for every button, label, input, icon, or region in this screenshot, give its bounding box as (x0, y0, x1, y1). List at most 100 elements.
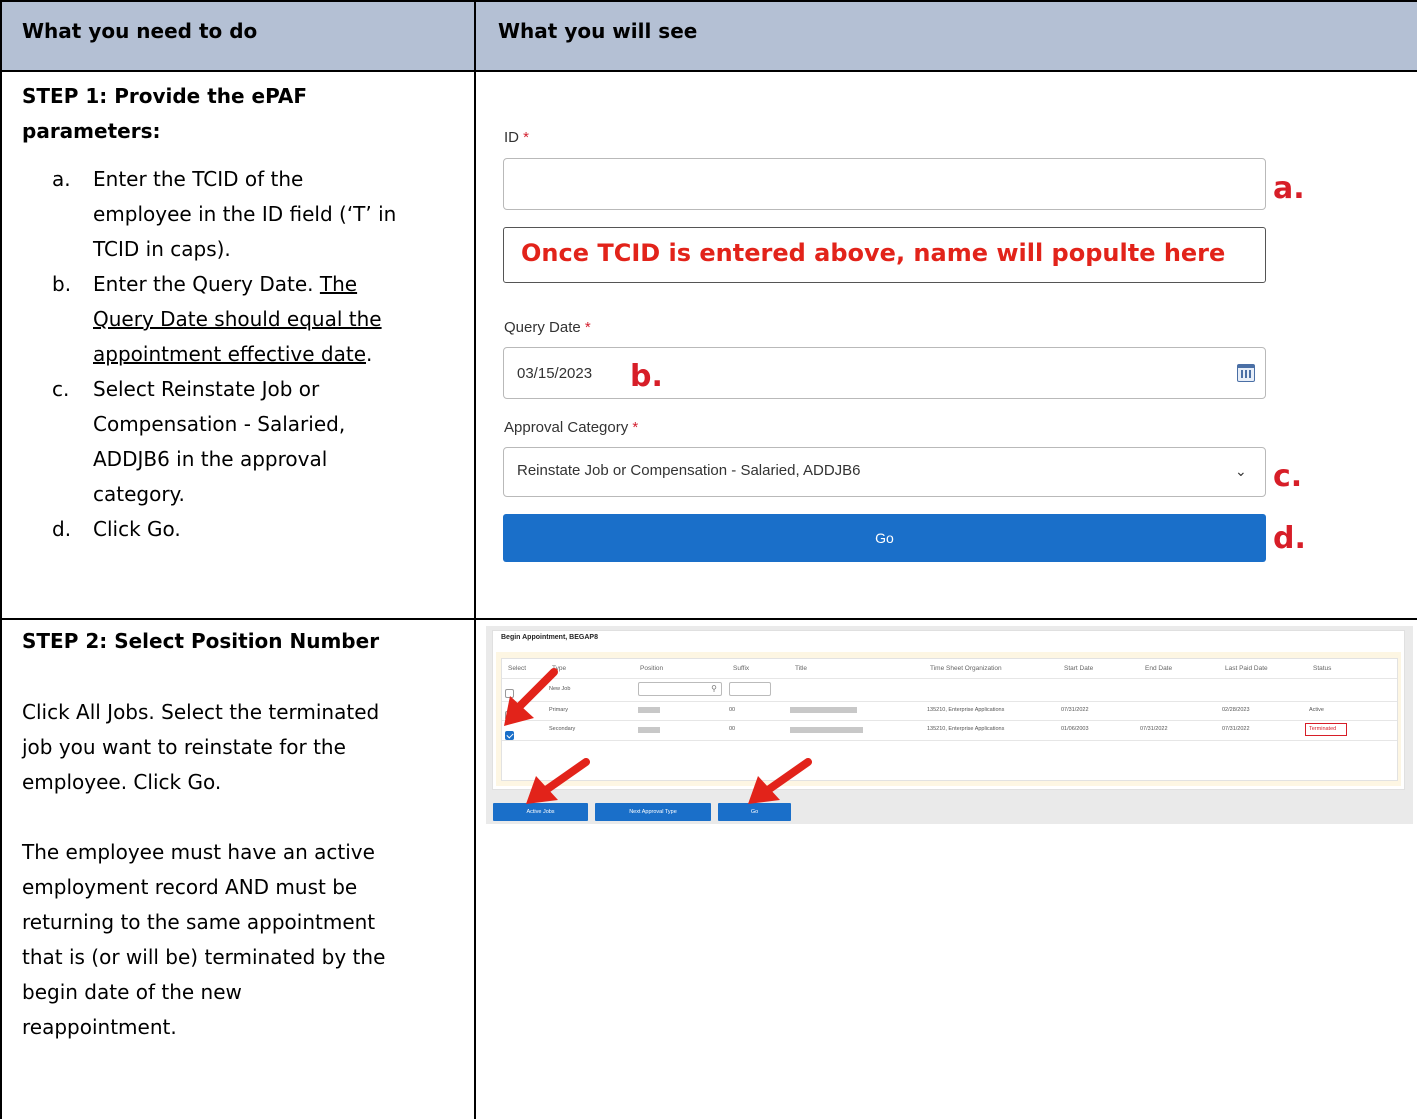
cell-end-date: 07/31/2022 (1140, 726, 1168, 732)
row-divider (0, 618, 1417, 620)
step1-title-line: parameters: (22, 119, 161, 143)
underlined-text: The (319, 272, 358, 296)
table-left-border (0, 0, 2, 1119)
column-header: Suffix (733, 665, 750, 672)
column-header: Position (640, 665, 664, 672)
arrow-pointer-icon (526, 758, 590, 804)
query-date-label: Query Date * (504, 319, 591, 336)
cell-organization: 135210, Enterprise Applications (927, 726, 1005, 732)
instruction-item: c. Select Reinstate Job or Compensation … (22, 372, 467, 512)
redacted-title (790, 707, 857, 713)
instruction-line: Select Reinstate Job or (93, 377, 320, 401)
paragraph-line: employment record AND must be (22, 875, 358, 899)
instruction-line: appointment effective date. (93, 337, 467, 372)
cell-last-paid-date: 02/28/2023 (1222, 707, 1250, 713)
instruction-line: category. (93, 482, 185, 506)
header-what-to-do: What you need to do (22, 19, 258, 43)
annotation-d: d. (1273, 521, 1306, 556)
approval-category-label-text: Approval Category (504, 419, 629, 436)
query-date-input[interactable]: 03/15/2023 (503, 347, 1266, 399)
instruction-item: b. Enter the Query Date. The Query Date … (22, 267, 467, 372)
instruction-line: TCID in caps). (93, 237, 231, 261)
column-header: Time Sheet Organization (930, 665, 1002, 672)
paragraph-line: job you want to reinstate for the (22, 735, 346, 759)
table-divider (502, 740, 1397, 741)
column-header: Last Paid Date (1225, 665, 1268, 672)
column-header: Start Date (1064, 665, 1094, 672)
instruction-line: employee in the ID field (‘T’ in (93, 202, 397, 226)
terminated-highlight-box (1305, 723, 1347, 736)
query-date-label-text: Query Date (504, 319, 581, 336)
annotation-a: a. (1273, 171, 1305, 206)
required-asterisk: * (632, 419, 639, 436)
instruction-marker: c. (52, 377, 70, 401)
query-date-value: 03/15/2023 (517, 365, 593, 382)
instruction-line: Enter the TCID of the (93, 167, 304, 191)
redacted-title (790, 727, 863, 733)
required-asterisk: * (523, 129, 530, 146)
arrow-pointer-icon (504, 668, 558, 726)
step1-instructions: a. Enter the TCID of the employee in the… (22, 162, 467, 547)
approval-category-select[interactable]: Reinstate Job or Compensation - Salaried… (503, 447, 1266, 497)
next-approval-type-button[interactable]: Next Approval Type (595, 803, 711, 821)
header-cell-right: What you will see (476, 2, 1417, 70)
suffix-input[interactable] (729, 682, 771, 696)
step2-paragraph: The employee must have an active employm… (22, 835, 462, 1045)
instruction-line: ADDJB6 in the approval (93, 447, 328, 471)
go-button[interactable]: Go (503, 514, 1266, 562)
header-what-you-see: What you will see (498, 19, 698, 43)
id-input[interactable] (503, 158, 1266, 210)
instruction-item: d. Click Go. (22, 512, 467, 547)
paragraph-line: reappointment. (22, 1015, 177, 1039)
column-header: Status (1313, 665, 1332, 672)
paragraph-line: that is (or will be) terminated by the (22, 945, 386, 969)
calendar-icon[interactable] (1237, 364, 1255, 382)
id-label-text: ID (504, 129, 519, 146)
instruction-line: Compensation - Salaried, (93, 412, 346, 436)
instruction-text: . (366, 342, 373, 366)
annotation-b: b. (630, 359, 663, 394)
instruction-marker: d. (52, 517, 72, 541)
cell-last-paid-date: 07/31/2022 (1222, 726, 1250, 732)
id-label: ID * (504, 129, 529, 146)
column-header: Title (795, 665, 808, 672)
table-divider (502, 701, 1397, 702)
underlined-text: appointment effective date (93, 342, 366, 366)
paragraph-line: begin date of the new (22, 980, 242, 1004)
name-populate-text: Once TCID is entered above, name will po… (521, 239, 1226, 267)
instruction-line: Click Go. (93, 517, 181, 541)
paragraph-line: returning to the same appointment (22, 910, 376, 934)
row-checkbox-checked[interactable] (505, 731, 514, 740)
approval-category-value: Reinstate Job or Compensation - Salaried… (517, 462, 861, 479)
redacted-position (638, 707, 660, 713)
table-divider (502, 678, 1397, 679)
cell-start-date: 07/31/2022 (1061, 707, 1089, 713)
instruction-item: a. Enter the TCID of the employee in the… (22, 162, 467, 267)
cell-start-date: 01/06/2003 (1061, 726, 1089, 732)
row-divider (0, 70, 1417, 72)
redacted-position (638, 727, 660, 733)
step1-title-line: STEP 1: Provide the ePAF (22, 84, 308, 108)
position-search-input[interactable]: ⚲ (638, 682, 722, 696)
step2-title: STEP 2: Select Position Number (22, 629, 380, 653)
approval-category-label: Approval Category * (504, 419, 638, 436)
step1-title: STEP 1: Provide the ePAF parameters: (22, 79, 462, 149)
header-cell-left: What you need to do (2, 2, 474, 70)
cell-organization: 135210, Enterprise Applications (927, 707, 1005, 713)
screenshot-title: Begin Appointment, BEGAP8 (501, 634, 598, 641)
cell-suffix: 00 (729, 726, 736, 732)
instruction-line: Enter the Query Date. The (93, 267, 467, 302)
name-populate-note: Once TCID is entered above, name will po… (503, 227, 1266, 283)
paragraph-line: Click All Jobs. Select the terminated (22, 700, 380, 724)
instruction-text: Enter the Query Date. (93, 272, 314, 296)
chevron-down-icon: ⌄ (1235, 464, 1247, 480)
arrow-pointer-icon (748, 758, 812, 804)
instruction-marker: a. (52, 167, 71, 191)
step2-paragraph: Click All Jobs. Select the terminated jo… (22, 695, 462, 800)
cell-suffix: 00 (729, 707, 736, 713)
underlined-text: Query Date should equal the (93, 307, 382, 331)
search-icon: ⚲ (711, 684, 717, 693)
annotation-c: c. (1273, 459, 1303, 494)
cell-status: Active (1309, 707, 1324, 713)
paragraph-line: employee. Click Go. (22, 770, 222, 794)
